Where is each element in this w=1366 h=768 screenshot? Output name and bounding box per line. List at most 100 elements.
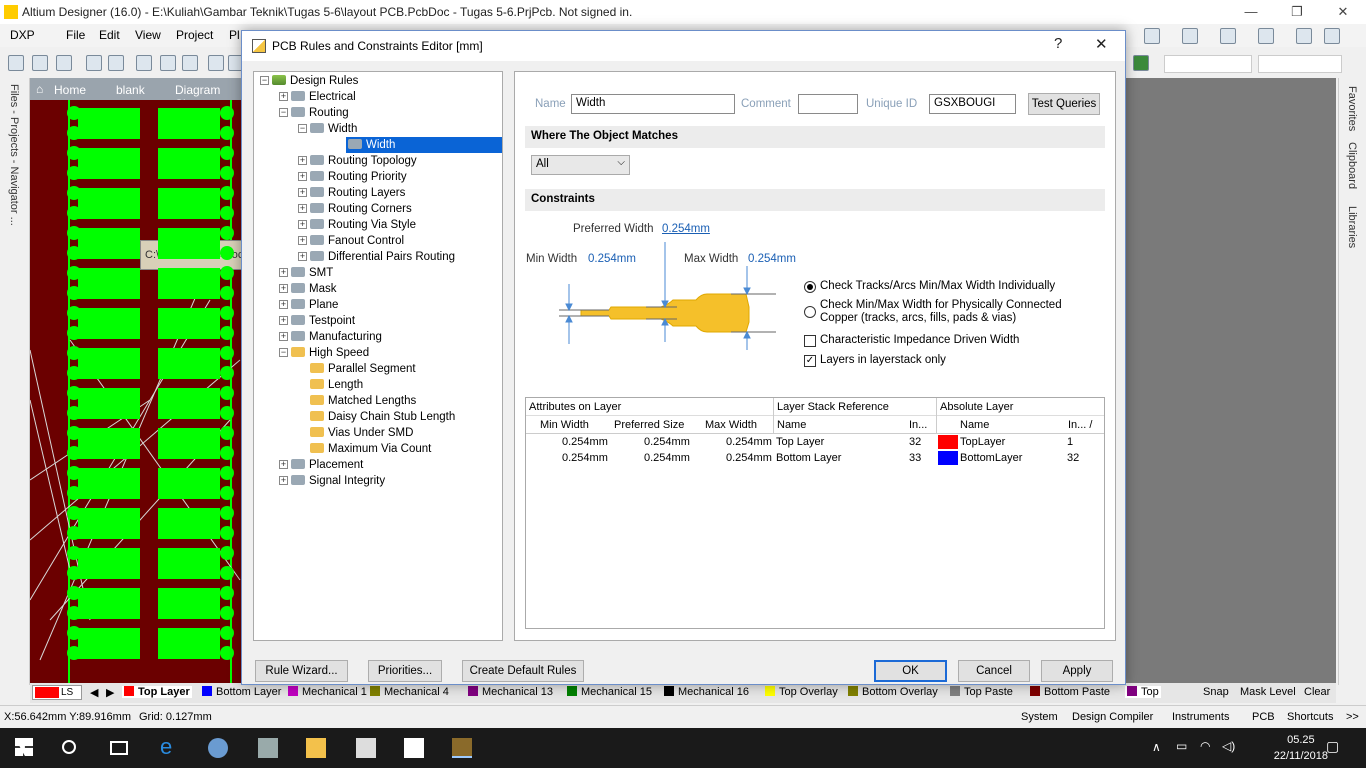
expand-icon[interactable]: + [279,460,288,469]
via[interactable] [67,466,81,480]
tree-node[interactable]: Width [346,137,502,153]
via[interactable] [67,286,81,300]
via[interactable] [220,286,234,300]
snipping-icon[interactable] [258,738,278,758]
preview-icon[interactable] [108,55,124,71]
panel-instruments[interactable]: Instruments [1172,711,1229,723]
via[interactable] [67,306,81,320]
task-view-icon[interactable] [110,741,128,755]
via[interactable] [67,226,81,240]
pcb-canvas[interactable]: C:\Users\Public\Doc [30,100,242,683]
clock[interactable]: 05.25 22/11/2018 [1274,732,1328,764]
via[interactable] [220,646,234,660]
smd-pad[interactable] [158,308,220,339]
grid-cell-abs-name[interactable]: BottomLayer [960,452,1022,464]
via[interactable] [67,566,81,580]
expand-icon[interactable]: + [279,300,288,309]
via[interactable] [67,266,81,280]
help-icon[interactable]: ? [1054,35,1062,52]
tree-node[interactable]: + Differential Pairs Routing [298,249,455,265]
grid-cell-ref-name[interactable]: Top Layer [776,436,824,448]
grid-cell-abs-name[interactable]: TopLayer [960,436,1005,448]
tree-node[interactable]: + Testpoint [279,313,355,329]
grid-cell-ref-idx[interactable]: 33 [909,452,921,464]
grid-cell-max[interactable]: 0.254mm [726,452,772,464]
via[interactable] [220,346,234,360]
apply-button[interactable]: Apply [1041,660,1113,682]
via[interactable] [67,106,81,120]
interactive-route-icon[interactable] [1144,28,1160,44]
via[interactable] [220,166,234,180]
expand-icon[interactable]: + [279,332,288,341]
layer-prev-icon[interactable]: ◀ [90,686,98,699]
zoom-icon[interactable] [208,55,224,71]
via[interactable] [220,526,234,540]
3d-icon[interactable] [136,55,152,71]
tree-node[interactable]: + Placement [279,457,363,473]
menu-view[interactable]: View [135,28,161,42]
via[interactable] [67,646,81,660]
via[interactable] [67,586,81,600]
collapse-icon[interactable]: − [279,348,288,357]
rule-wizard-button[interactable]: Rule Wizard... [255,660,348,682]
save-icon[interactable] [56,55,72,71]
layer-set-selector[interactable]: LS [32,685,82,700]
rules-tree[interactable]: − Design Rules + Electrical − Routing − Width Wi… [253,71,503,641]
smd-pad[interactable] [78,308,140,339]
via[interactable] [67,526,81,540]
layer-tab[interactable]: Top Paste [950,686,1013,698]
files-projects-navigator-tab[interactable]: Files - Projects - Navigator ... [8,84,20,226]
panel-more[interactable]: >> [1346,711,1359,723]
via[interactable] [220,406,234,420]
layerstack-only-checkbox[interactable]: ✓ [804,355,816,367]
tray-chevron-icon[interactable]: ∧ [1152,740,1161,754]
smd-pad[interactable] [78,548,140,579]
via[interactable] [67,606,81,620]
comment-field[interactable] [798,94,858,114]
via[interactable] [67,146,81,160]
collapse-icon[interactable]: − [298,124,307,133]
via[interactable] [67,206,81,220]
distribute-icon[interactable] [1258,28,1274,44]
windows-start-icon[interactable] [15,738,33,756]
collapse-icon[interactable]: − [260,76,269,85]
expand-icon[interactable]: + [279,268,288,277]
grid-cell-abs-idx[interactable]: 1 [1067,436,1073,448]
via[interactable] [220,206,234,220]
tree-node[interactable]: − High Speed [279,345,369,361]
grid-cell-pref[interactable]: 0.254mm [644,452,690,464]
wifi-icon[interactable]: ◠ [1200,739,1210,753]
via[interactable] [67,246,81,260]
layer-attributes-grid[interactable]: Attributes on Layer Layer Stack Referenc… [525,397,1105,629]
via[interactable] [220,466,234,480]
dialog-close-icon[interactable]: ✕ [1095,35,1108,53]
component-icon[interactable] [1296,28,1312,44]
col-max-width[interactable]: Max Width [705,419,757,431]
new-icon[interactable] [8,55,24,71]
search-icon[interactable] [62,740,76,754]
tree-node[interactable]: Vias Under SMD [298,425,413,441]
via[interactable] [67,446,81,460]
via[interactable] [220,546,234,560]
panel-system[interactable]: System [1021,711,1058,723]
grid-cell-abs-idx[interactable]: 32 [1067,452,1079,464]
create-default-rules-button[interactable]: Create Default Rules [462,660,584,682]
notifications-icon[interactable]: ▢ [1326,738,1339,755]
smd-pad[interactable] [158,468,220,499]
menu-project[interactable]: Project [176,28,213,42]
smd-pad[interactable] [158,508,220,539]
expand-icon[interactable]: + [279,476,288,485]
smd-pad[interactable] [158,228,220,259]
grid-cell-ref-idx[interactable]: 32 [909,436,921,448]
smd-pad[interactable] [78,108,140,139]
panel-pcb[interactable]: PCB [1252,711,1275,723]
smd-pad[interactable] [78,468,140,499]
smd-pad[interactable] [78,508,140,539]
via[interactable] [220,326,234,340]
tree-node[interactable]: Parallel Segment [298,361,416,377]
smd-pad[interactable] [158,588,220,619]
layer-next-icon[interactable]: ▶ [106,686,114,699]
tree-node[interactable]: + Fanout Control [298,233,404,249]
impedance-driven-checkbox[interactable] [804,335,816,347]
name-field[interactable]: Width [571,94,735,114]
